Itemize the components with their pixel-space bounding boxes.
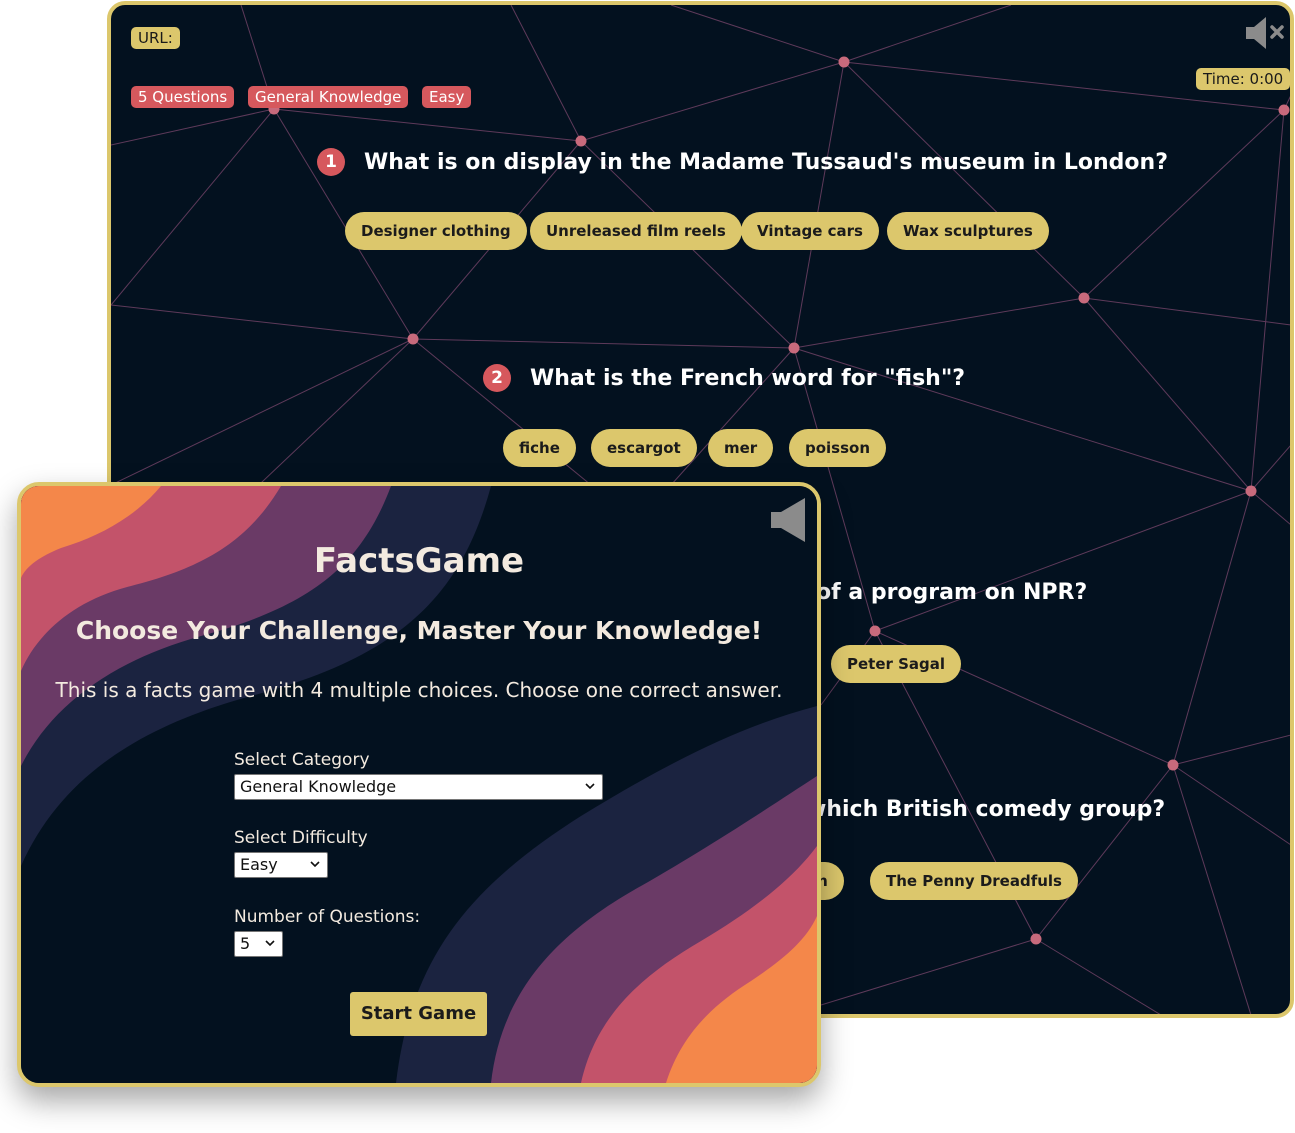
answer-button[interactable]: poisson	[789, 429, 887, 467]
question-count-label: Number of Questions:	[234, 907, 421, 927]
start-game-button[interactable]: Start Game	[350, 992, 487, 1036]
url-label: URL:	[131, 27, 180, 49]
question-count-select-value: 5	[240, 934, 251, 953]
question-3: of a program on NPR?	[816, 580, 1087, 605]
answer-button[interactable]: Wax sculptures	[887, 212, 1049, 250]
chevron-down-icon	[585, 783, 595, 790]
question-text: What is on display in the Madame Tussaud…	[364, 149, 1168, 175]
speaker-icon	[771, 498, 805, 542]
difficulty-select[interactable]: Easy	[234, 852, 328, 878]
difficulty-select-value: Easy	[240, 855, 278, 874]
screenshot-stage: URL: 5 Questions General Knowledge Easy …	[0, 0, 1295, 1133]
app-description: This is a facts game with 4 multiple cho…	[55, 678, 783, 702]
question-4: which British comedy group?	[806, 797, 1165, 822]
tag-category: General Knowledge	[248, 86, 409, 108]
chevron-down-icon	[265, 940, 275, 947]
question-count-select[interactable]: 5	[234, 931, 283, 957]
answer-button[interactable]: The Penny Dreadfuls	[870, 862, 1078, 900]
timer-display: Time: 0:00	[1196, 68, 1290, 90]
answer-button[interactable]: mer	[708, 429, 774, 467]
speaker-muted-icon	[1246, 17, 1284, 49]
answer-button[interactable]: fiche	[503, 429, 576, 467]
question-number-badge: 1	[317, 148, 345, 176]
answer-button[interactable]: Designer clothing	[345, 212, 527, 250]
category-select-value: General Knowledge	[240, 777, 397, 796]
app-title: FactsGame	[313, 541, 525, 581]
question-text: which British comedy group?	[806, 797, 1166, 822]
question-text: What is the French word for "fish"?	[530, 365, 966, 391]
app-subtitle: Choose Your Challenge, Master Your Knowl…	[75, 616, 763, 645]
chevron-down-icon	[310, 861, 320, 868]
category-select[interactable]: General Knowledge	[234, 774, 603, 800]
start-menu-window: FactsGame Choose Your Challenge, Master …	[17, 482, 821, 1087]
question-number-badge: 2	[483, 364, 511, 392]
answer-button[interactable]: Unreleased film reels	[530, 212, 742, 250]
mute-button[interactable]	[1244, 13, 1290, 57]
category-label: Select Category	[234, 750, 370, 770]
difficulty-label: Select Difficulty	[234, 828, 368, 848]
tag-question-count: 5 Questions	[131, 86, 235, 108]
question-text: of a program on NPR?	[816, 580, 1088, 605]
question-2: 2 What is the French word for "fish"?	[483, 364, 965, 392]
tag-difficulty: Easy	[422, 86, 472, 108]
answer-button[interactable]: Peter Sagal	[831, 645, 962, 683]
answer-button[interactable]: escargot	[591, 429, 697, 467]
question-1: 1 What is on display in the Madame Tussa…	[317, 148, 1168, 176]
answer-button[interactable]: Vintage cars	[741, 212, 879, 250]
